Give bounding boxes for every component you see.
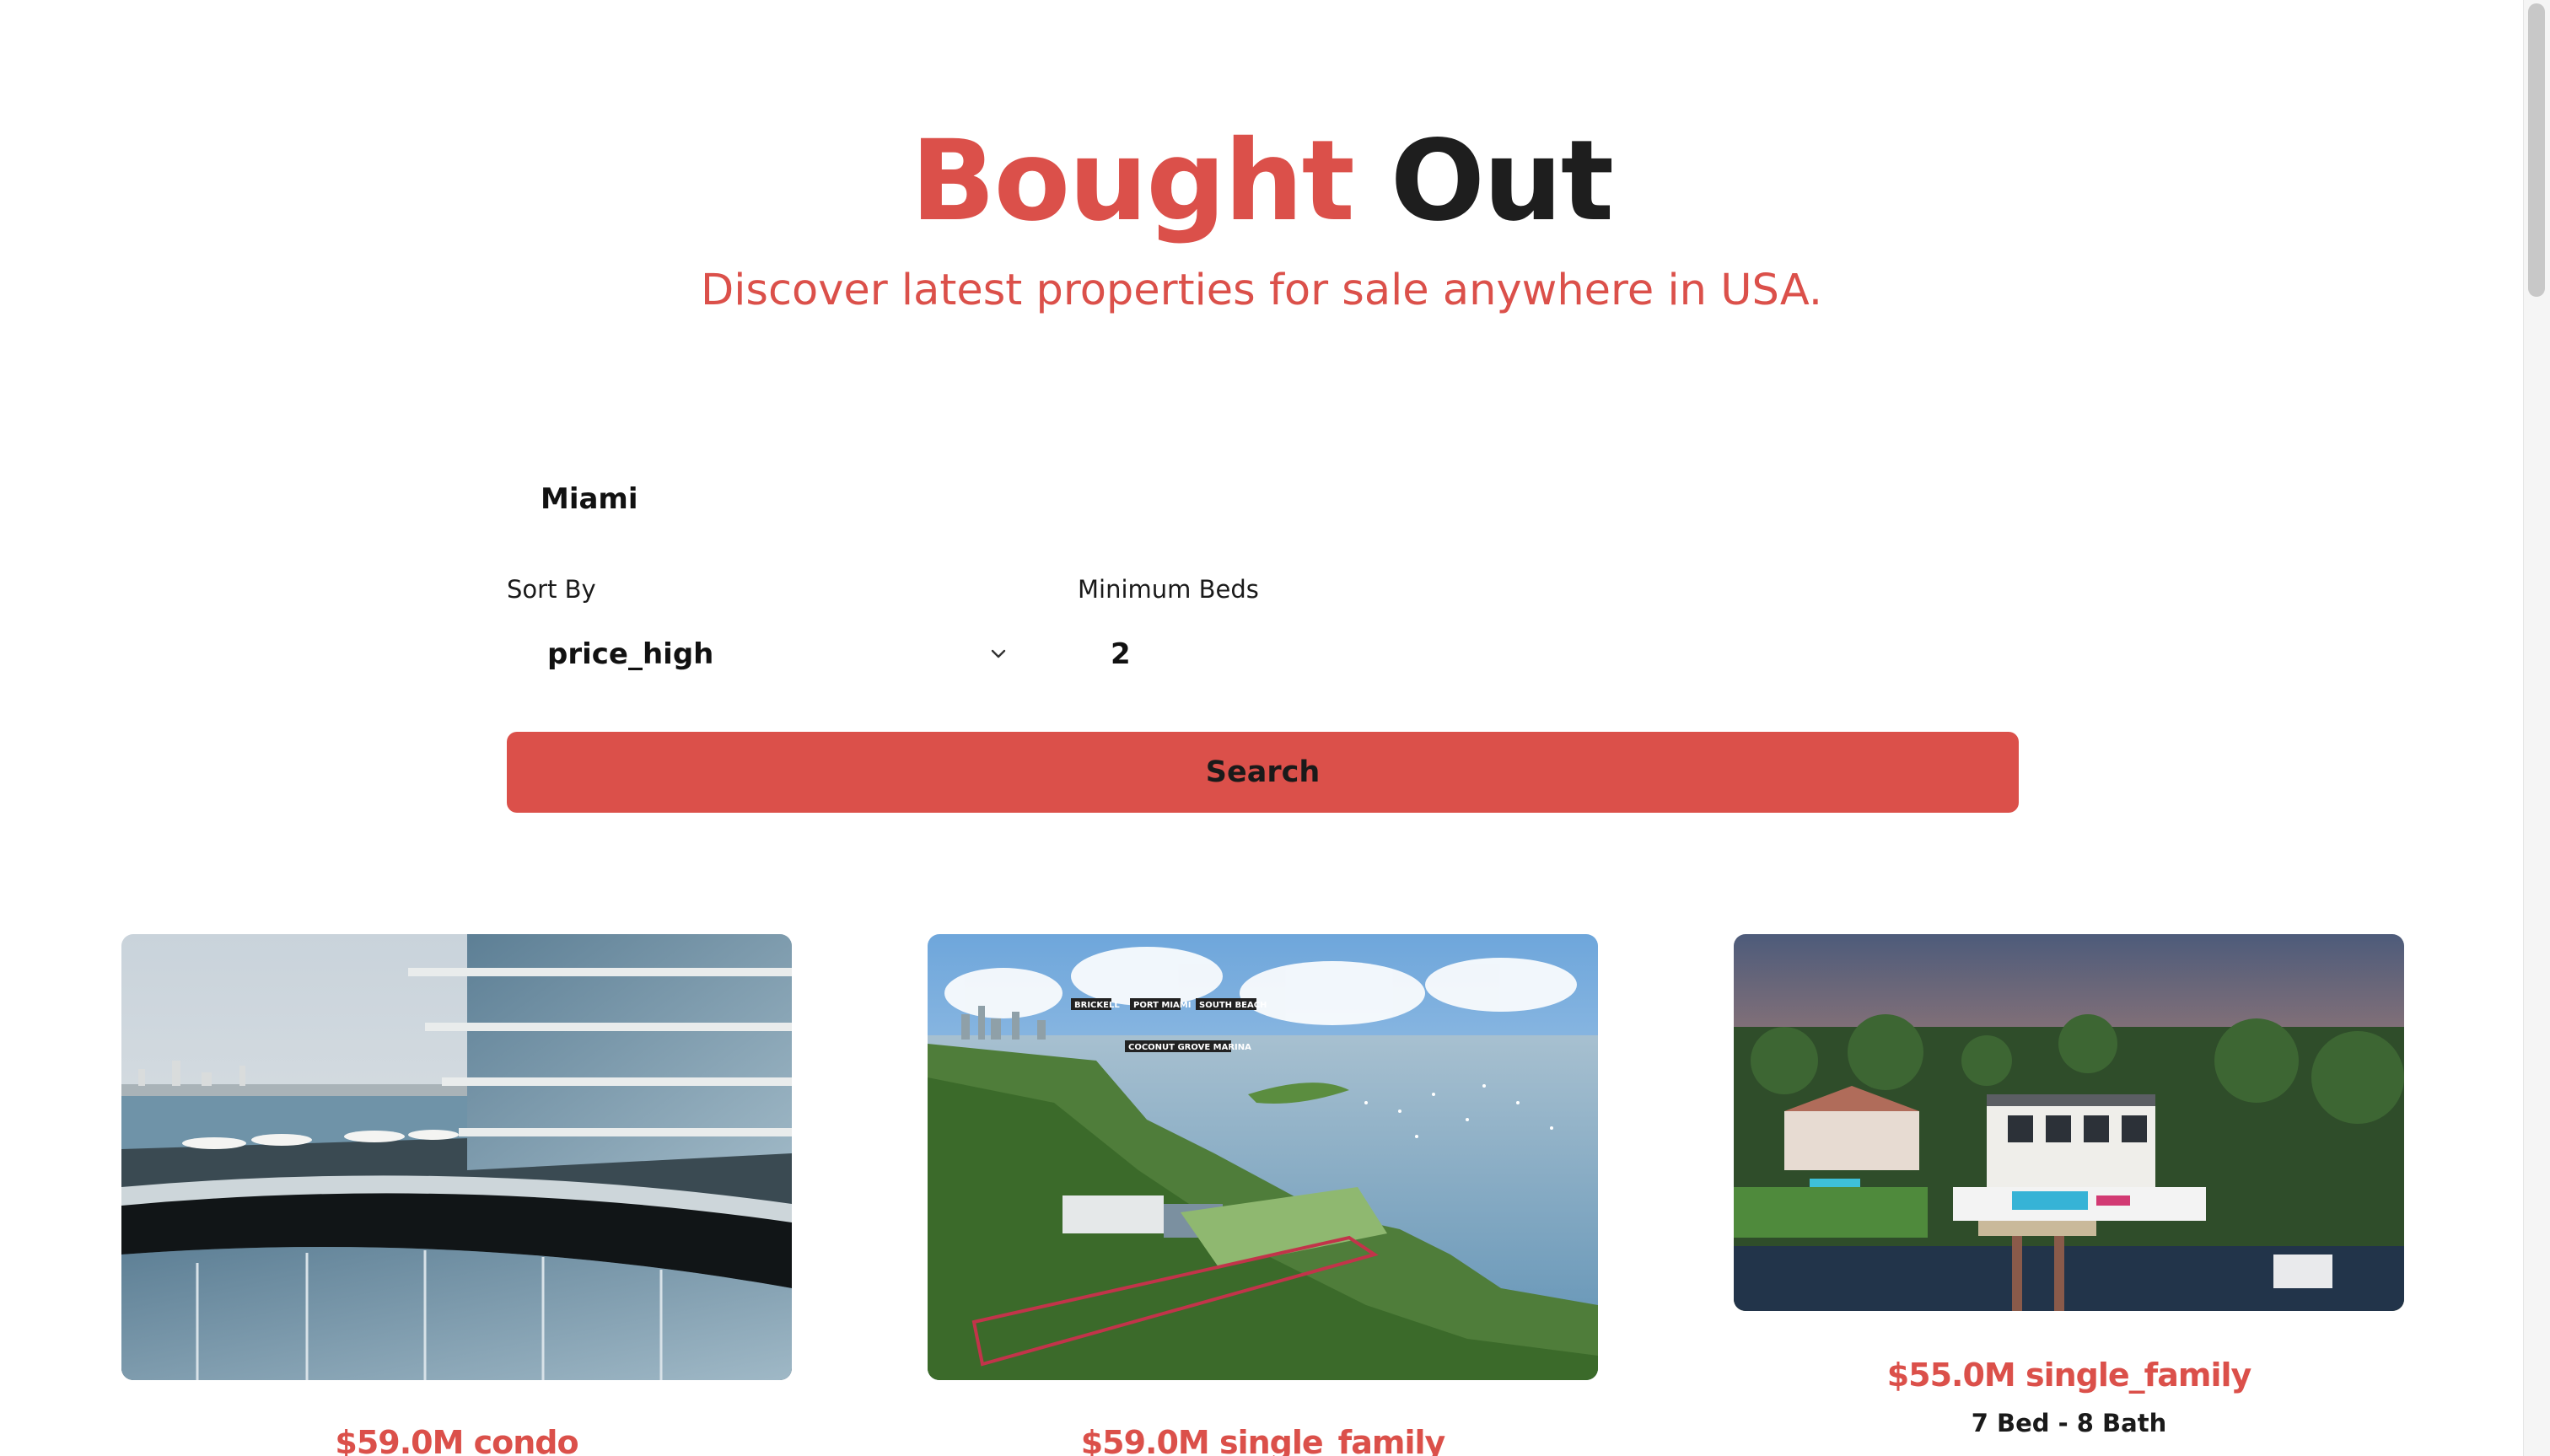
- title-rest: Out: [1390, 116, 1614, 246]
- listing-price[interactable]: $59.0M single_family: [928, 1424, 1598, 1456]
- min-beds-input[interactable]: 2: [1111, 637, 1131, 671]
- listing-price[interactable]: $59.0M condo: [121, 1424, 792, 1456]
- listing-photo[interactable]: [1734, 934, 2404, 1311]
- search-button[interactable]: Search: [507, 732, 2019, 813]
- photo-label: COCONUT GROVE MARINA: [1128, 1043, 1251, 1052]
- listing-card[interactable]: $55.0M single_family 7 Bed - 8 Bath: [1734, 934, 2404, 1437]
- page-header: Bought Out Discover latest properties fo…: [0, 118, 2523, 319]
- listing-price[interactable]: $55.0M single_family: [1734, 1357, 2404, 1394]
- scrollbar-thumb[interactable]: [2528, 3, 2545, 297]
- chevron-down-icon[interactable]: [982, 637, 1015, 671]
- listing-beds-baths: 7 Bed - 8 Bath: [1971, 1409, 2167, 1437]
- page-subtitle: Discover latest properties for sale anyw…: [700, 266, 1823, 315]
- listing-card[interactable]: BRICKELL PORT MIAMI SOUTH BEACH COCONUT …: [928, 934, 1598, 1456]
- listing-card[interactable]: $59.0M condo: [121, 934, 792, 1456]
- title-accent: Bought: [910, 116, 1355, 246]
- listing-photo[interactable]: [121, 934, 792, 1380]
- photo-label: SOUTH BEACH: [1199, 1001, 1267, 1010]
- location-input[interactable]: [541, 482, 1215, 516]
- page-title: Bought Out: [0, 118, 2523, 244]
- photo-label: BRICKELL: [1074, 1001, 1120, 1010]
- sort-by-select[interactable]: price_high: [547, 637, 713, 671]
- min-beds-label: Minimum Beds: [1078, 575, 1259, 604]
- sort-by-label: Sort By: [507, 575, 596, 604]
- scrollbar[interactable]: [2523, 0, 2550, 1456]
- listing-photo[interactable]: BRICKELL PORT MIAMI SOUTH BEACH COCONUT …: [928, 934, 1598, 1380]
- photo-label: PORT MIAMI: [1133, 1001, 1191, 1010]
